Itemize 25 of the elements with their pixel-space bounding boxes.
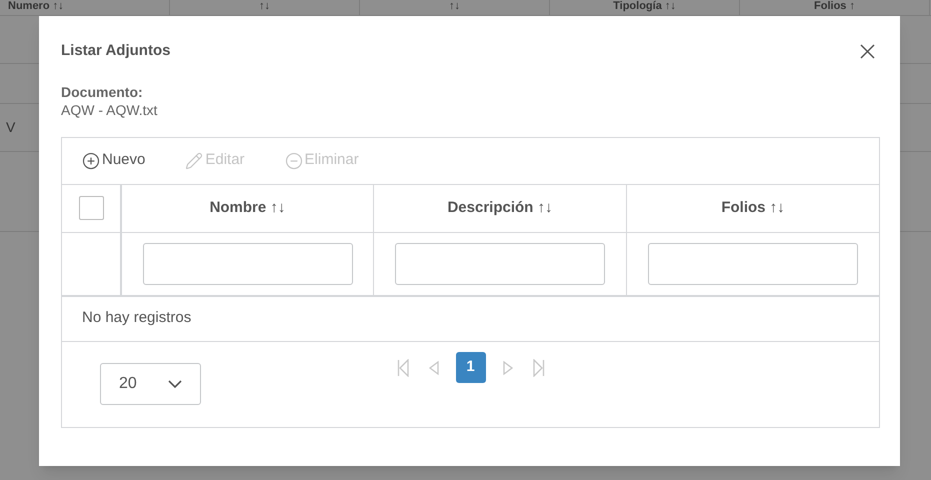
column-header[interactable]: Nombre ↑↓ [210, 196, 286, 220]
filter-field[interactable] [142, 242, 352, 284]
column-header[interactable]: Folios ↑↓ [721, 196, 785, 220]
close-icon [860, 44, 874, 59]
plus-circle-icon [82, 152, 100, 170]
minus-circle-icon [284, 152, 303, 170]
filter-field[interactable] [395, 242, 605, 284]
chevron-down-icon [168, 380, 182, 388]
filter-field[interactable] [648, 242, 858, 284]
pencil-icon [185, 152, 204, 170]
dialog-title: Listar Adjuntos [61, 41, 170, 61]
column-header: Tipología ↑↓ [613, 0, 676, 12]
column-header: Numero ↑↓ [8, 0, 64, 12]
column-header: Folios ↑ [814, 0, 855, 12]
column-header: ↑↓ [259, 0, 270, 12]
column-header: ↑↓ [449, 0, 460, 12]
empty-message: No hay registros [82, 308, 192, 328]
checkbox[interactable] [78, 196, 104, 220]
field-label: Documento: [61, 82, 144, 100]
toolbar-button[interactable]: Nuevo [82, 149, 146, 172]
page-button[interactable]: 1 [456, 352, 486, 383]
column-header[interactable]: Descripción ↑↓ [447, 196, 553, 220]
page-size-dropdown[interactable]: 20 [100, 362, 201, 404]
field-value: AQW - AQW.txt [61, 100, 158, 118]
table-cell-text: V [6, 118, 16, 137]
